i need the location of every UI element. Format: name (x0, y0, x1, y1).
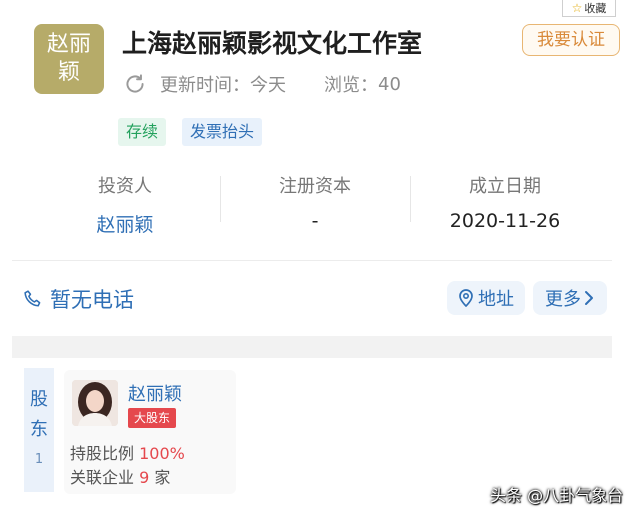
shareholding-value: 100% (139, 444, 185, 463)
update-value: 今天 (250, 75, 286, 96)
info-label: 注册资本 (279, 176, 351, 197)
shareholder-name[interactable]: 赵丽颖 (128, 380, 182, 406)
divider (12, 260, 612, 261)
investor-link[interactable]: 赵丽颖 (30, 210, 220, 237)
more-label: 更多 (545, 289, 581, 310)
info-label: 成立日期 (469, 176, 541, 197)
info-value: - (311, 210, 319, 232)
logo-line-1: 赵丽 (46, 32, 91, 57)
more-button[interactable]: 更多 (533, 281, 607, 315)
address-label: 地址 (478, 289, 514, 310)
phone-label: 暂无电话 (50, 288, 134, 312)
verify-button[interactable]: 我要认证 (522, 24, 620, 56)
refresh-icon[interactable] (122, 71, 148, 97)
major-shareholder-badge: 大股东 (128, 408, 177, 428)
info-value: 2020-11-26 (449, 210, 561, 232)
info-investor: 投资人 赵丽颖 (30, 168, 220, 238)
shareholding-ratio: 持股比例 100% (70, 440, 185, 464)
info-founded: 成立日期 2020-11-26 (410, 168, 600, 238)
shareholder-label-line-1: 股 (30, 389, 48, 410)
status-tag: 存续 (118, 118, 167, 146)
star-icon: ☆ (571, 0, 583, 15)
favorite-label: 收藏 (584, 1, 607, 15)
related-companies[interactable]: 关联企业 9 家 (70, 464, 170, 488)
shareholder-label-line-2: 东 (30, 419, 48, 440)
favorite-button[interactable]: ☆ 收藏 (562, 0, 616, 17)
logo-line-2: 颖 (57, 60, 80, 85)
address-button[interactable]: 地址 (447, 281, 525, 315)
section-separator (12, 336, 612, 358)
location-icon (459, 289, 473, 307)
phone-icon (24, 290, 41, 307)
shareholding-label: 持股比例 (70, 444, 135, 463)
views-value: 40 (378, 73, 401, 95)
watermark: 头条 @八卦气象台 (490, 486, 624, 505)
avatar (72, 380, 118, 426)
company-name: 上海赵丽颖影视文化工作室 (122, 29, 423, 58)
info-grid: 投资人 赵丽颖 注册资本 - 成立日期 2020-11-26 (30, 168, 600, 238)
shareholder-count: 1 (34, 452, 44, 467)
meta-row: 更新时间： 今天 浏览： 40 (122, 70, 401, 98)
info-capital: 注册资本 - (220, 168, 410, 238)
related-value: 9 (139, 468, 150, 487)
related-label: 关联企业 (70, 468, 135, 487)
invoice-title-tag[interactable]: 发票抬头 (182, 118, 263, 146)
info-label: 投资人 (98, 176, 152, 197)
views-label: 浏览： (324, 75, 378, 96)
phone-row[interactable]: 暂无电话 (22, 284, 134, 314)
chevron-right-icon (585, 291, 593, 305)
shareholder-section-label[interactable]: 股 东 1 (24, 368, 54, 492)
update-label: 更新时间： (160, 75, 250, 96)
company-logo: 赵丽 颖 (34, 24, 104, 94)
related-unit: 家 (154, 468, 171, 487)
